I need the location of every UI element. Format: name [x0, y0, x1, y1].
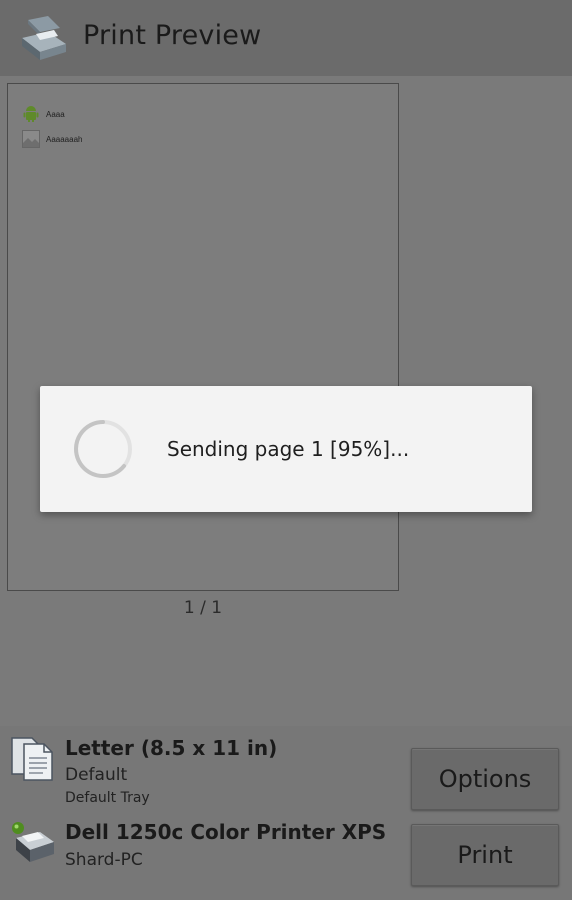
app-title: Print Preview	[83, 20, 262, 51]
image-thumbnail-icon	[22, 130, 40, 148]
list-item: Aaaa	[22, 104, 65, 124]
print-button[interactable]: Print	[411, 824, 559, 886]
dialog-message: Sending page 1 [95%]...	[167, 437, 410, 461]
row-text: Aaaaaaah	[46, 134, 83, 144]
paper-size-label[interactable]: Letter (8.5 x 11 in)	[65, 736, 277, 760]
android-icon	[23, 106, 39, 122]
paper-tray-label: Default Tray	[65, 790, 150, 806]
row-text: Aaaa	[46, 109, 65, 119]
bottom-panel: Letter (8.5 x 11 in) Default Default Tra…	[0, 726, 572, 900]
page-counter: 1 / 1	[183, 598, 223, 618]
document-icon[interactable]	[10, 736, 56, 782]
paper-type-label: Default	[65, 765, 128, 785]
options-button[interactable]: Options	[411, 748, 559, 810]
progress-dialog: Sending page 1 [95%]...	[40, 386, 532, 512]
printer-app-icon[interactable]	[18, 14, 70, 62]
printer-name-label[interactable]: Dell 1250c Color Printer XPS	[65, 820, 386, 844]
printer-host-label: Shard-PC	[65, 850, 143, 870]
list-item: Aaaaaaah	[22, 129, 82, 149]
loading-spinner-icon	[74, 420, 132, 478]
page-preview[interactable]: Aaaa Aaaaaaah	[7, 83, 399, 591]
printer-icon[interactable]	[8, 820, 58, 866]
action-bar: Print Preview	[0, 0, 572, 76]
